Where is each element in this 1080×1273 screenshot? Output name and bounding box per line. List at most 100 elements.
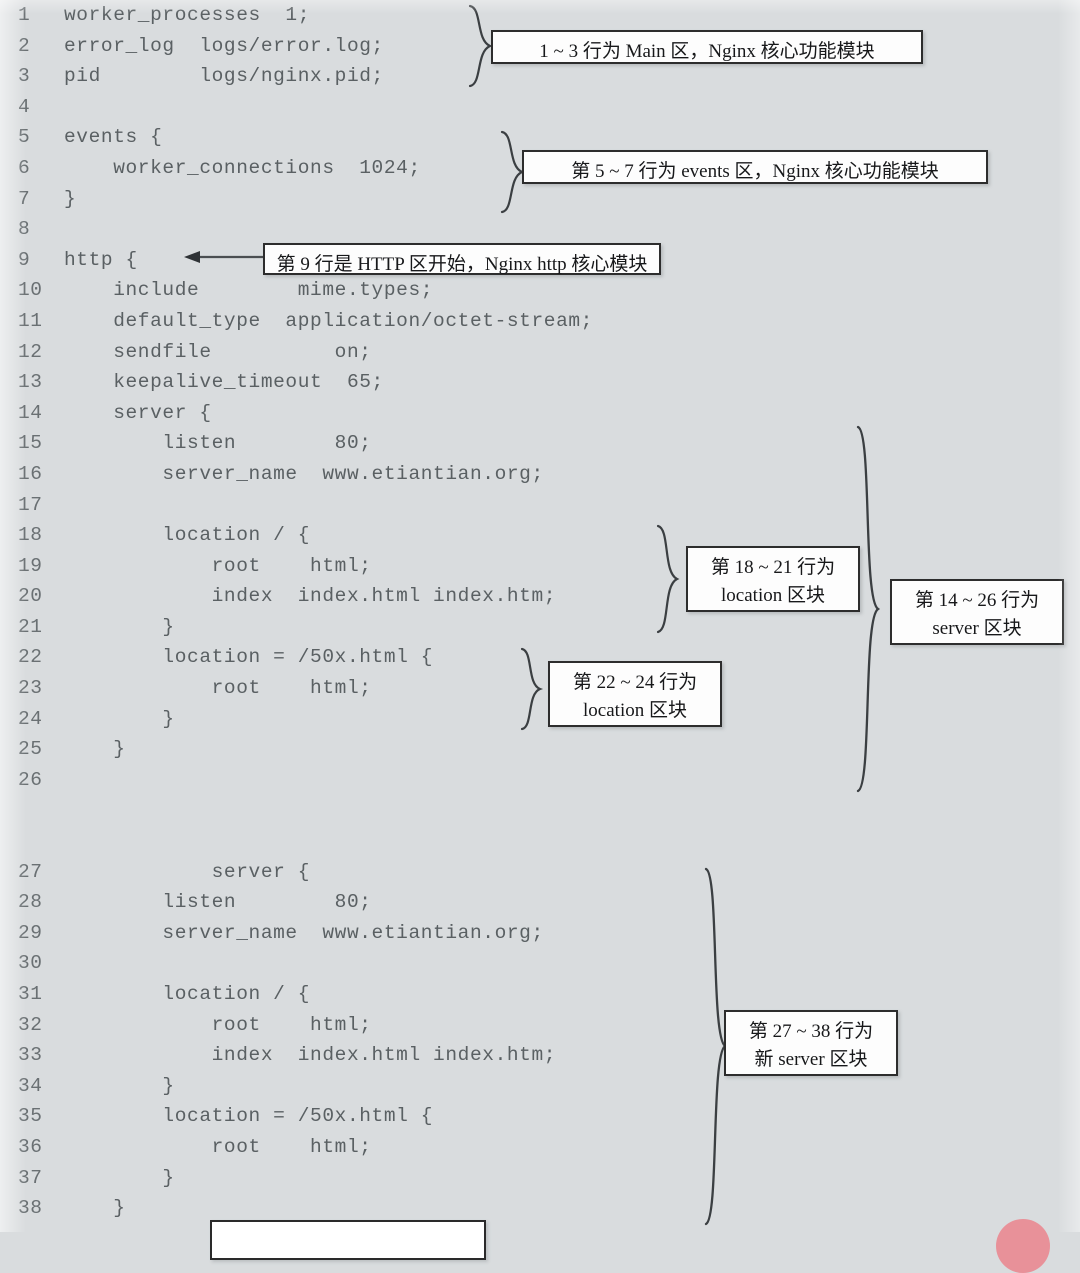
- code-line-number: 21: [18, 615, 43, 638]
- callout-location-22-24-line1: 第 22 ~ 24 行为: [572, 672, 698, 693]
- code-line: 19 root html;: [0, 551, 1080, 582]
- code-line-text: keepalive_timeout 65;: [64, 371, 384, 394]
- callout-main-text: 1 ~ 3 行为 Main 区，Nginx 核心功能模块: [539, 41, 875, 62]
- code-line: 30: [0, 948, 1080, 979]
- code-line: 4: [0, 92, 1080, 123]
- code-line-number: 10: [18, 279, 43, 302]
- callout-location-18-21-line2: location 区块: [721, 584, 825, 606]
- code-line-text: index index.html index.htm;: [64, 585, 557, 608]
- code-line: 32 root html;: [0, 1010, 1080, 1041]
- code-line-number: 12: [18, 340, 43, 363]
- code-line-text: index index.html index.htm;: [64, 1044, 557, 1067]
- code-line-text: root html;: [64, 554, 372, 577]
- code-line-text: }: [64, 1166, 175, 1189]
- code-line-number: 13: [18, 371, 43, 394]
- code-line-number: 20: [18, 585, 43, 608]
- code-line: 11 default_type application/octet-stream…: [0, 306, 1080, 337]
- code-line-number: 24: [18, 707, 43, 730]
- code-line-number: 28: [18, 891, 43, 914]
- callout-server-27-38-line1: 第 27 ~ 38 行为: [748, 1021, 874, 1042]
- code-line-number: 34: [18, 1074, 43, 1097]
- callout-server-14-26-line1: 第 14 ~ 26 行为: [914, 590, 1040, 611]
- code-line-number: 1: [18, 4, 31, 26]
- code-line-text: server {: [64, 860, 311, 883]
- code-line-text: listen 80;: [64, 432, 372, 455]
- code-line-number: 6: [18, 156, 31, 179]
- code-line-number: 11: [18, 309, 43, 332]
- code-line-text: }: [64, 1074, 175, 1097]
- code-line-number: 23: [18, 677, 43, 700]
- code-line-number: 17: [18, 493, 43, 516]
- callout-location-22-24-line2: location 区块: [583, 699, 687, 721]
- code-line-number: 19: [18, 554, 43, 577]
- code-line-number: 14: [18, 401, 43, 424]
- code-line-text: http {: [64, 248, 138, 271]
- code-line: 5 events {: [0, 122, 1080, 153]
- callout-location-22-24: 第 22 ~ 24 行为 location 区块: [548, 661, 722, 727]
- code-line: 25 }: [0, 734, 1080, 765]
- code-line-number: 26: [18, 768, 43, 791]
- code-line-text: error_log logs/error.log;: [64, 34, 384, 57]
- code-line-number: 35: [18, 1105, 43, 1128]
- code-line-text: }: [64, 1197, 126, 1220]
- code-line-number: 22: [18, 646, 43, 669]
- code-line-text: location / {: [64, 524, 311, 547]
- code-line: 10 include mime.types;: [0, 275, 1080, 306]
- callout-location-18-21: 第 18 ~ 21 行为 location 区块: [686, 546, 860, 612]
- code-line-text: root html;: [64, 1135, 372, 1158]
- code-line-text: default_type application/octet-stream;: [64, 309, 593, 332]
- code-line-text: root html;: [64, 677, 372, 700]
- code-line-number: 18: [18, 524, 43, 547]
- code-line-number: 16: [18, 462, 43, 485]
- code-line-text: sendfile on;: [64, 340, 372, 363]
- code-line-text: listen 80;: [64, 891, 372, 914]
- code-line-number: 7: [18, 187, 31, 210]
- callout-location-18-21-line1: 第 18 ~ 21 行为: [710, 557, 836, 578]
- code-line-number: 38: [18, 1197, 43, 1220]
- code-line-number: 9: [18, 248, 31, 271]
- callout-main-block: 1 ~ 3 行为 Main 区，Nginx 核心功能模块: [491, 30, 923, 64]
- partial-page-marker-circle: [996, 1219, 1050, 1273]
- code-line-number: 33: [18, 1044, 43, 1067]
- code-line-number: 8: [18, 218, 31, 241]
- code-line: 8: [0, 214, 1080, 245]
- code-line-text: worker_processes 1;: [64, 4, 311, 26]
- callout-server-27-38: 第 27 ~ 38 行为 新 server 区块: [724, 1010, 898, 1076]
- code-line: 34 }: [0, 1071, 1080, 1102]
- http-annotation-arrow: [182, 246, 266, 268]
- code-line: 7}: [0, 184, 1080, 215]
- code-line: 27 server {: [0, 857, 1080, 888]
- code-line-number: 30: [18, 952, 43, 975]
- code-line-text: location = /50x.html {: [64, 1105, 434, 1128]
- code-line: 33 index index.html index.htm;: [0, 1040, 1080, 1071]
- code-line: 16 server_name www.etiantian.org;: [0, 459, 1080, 490]
- code-line: 15 listen 80;: [0, 428, 1080, 459]
- code-line: 14 server {: [0, 398, 1080, 429]
- code-line: 13 keepalive_timeout 65;: [0, 367, 1080, 398]
- code-line: 29 server_name www.etiantian.org;: [0, 918, 1080, 949]
- code-line: 1 worker_processes 1;: [0, 0, 1080, 31]
- code-line-number: 4: [18, 95, 31, 118]
- callout-http-block: 第 9 行是 HTTP 区开始，Nginx http 核心模块: [263, 243, 661, 275]
- code-line: 3 pid logs/nginx.pid;: [0, 61, 1080, 92]
- code-line-text: }: [64, 707, 175, 730]
- code-line: 37 }: [0, 1163, 1080, 1194]
- code-line: 18 location / {: [0, 520, 1080, 551]
- figure-page: 1 worker_processes 1; 2 error_log logs/erro…: [0, 0, 1080, 1273]
- code-line-text: server_name www.etiantian.org;: [64, 921, 544, 944]
- code-line-text: location = /50x.html {: [64, 646, 434, 669]
- code-line-number: 37: [18, 1166, 43, 1189]
- code-line-number: 31: [18, 983, 43, 1005]
- code-line-text: location / {: [64, 983, 311, 1005]
- code-line: 31 location / {: [0, 979, 1080, 1010]
- brace-location-18-21: [654, 524, 684, 634]
- code-line-number: 25: [18, 738, 43, 761]
- code-line-text: worker_connections 1024;: [64, 156, 421, 179]
- code-line: 35 location = /50x.html {: [0, 1101, 1080, 1132]
- brace-location-22-24: [518, 647, 546, 731]
- code-line-number: 15: [18, 432, 43, 455]
- code-line: 28 listen 80;: [0, 887, 1080, 918]
- code-line-text: events {: [64, 126, 163, 149]
